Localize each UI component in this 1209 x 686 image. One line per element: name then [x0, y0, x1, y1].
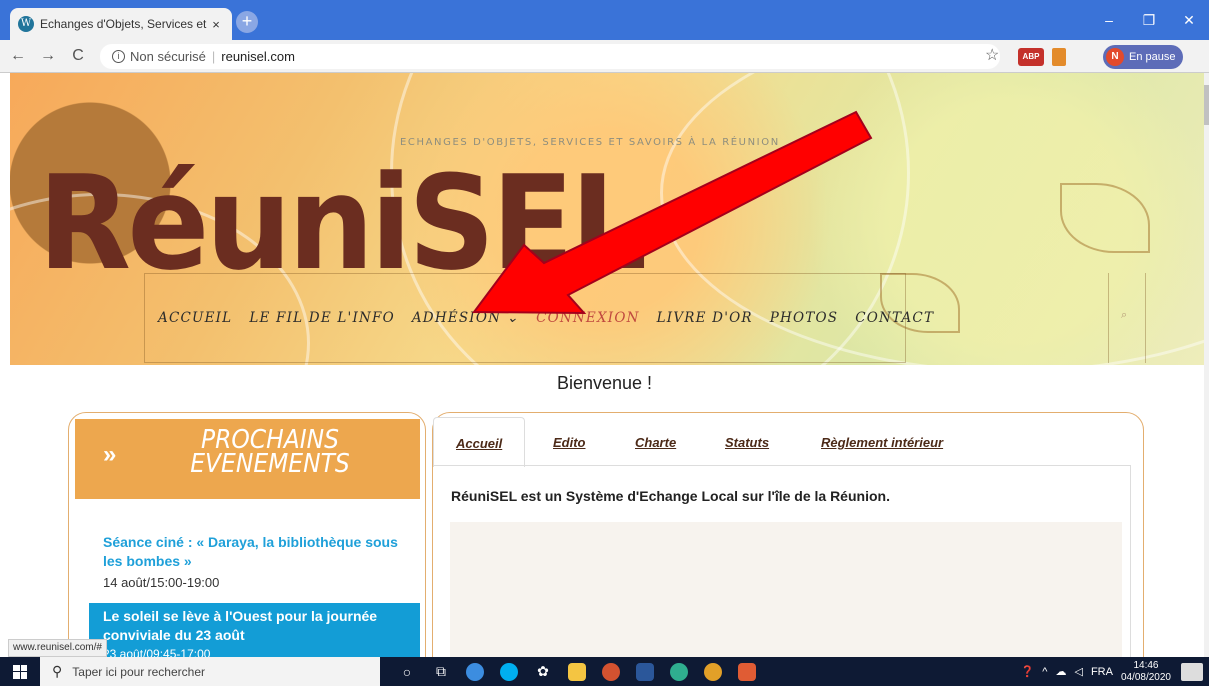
- taskbar-search-placeholder: Taper ici pour rechercher: [72, 664, 205, 679]
- tab-close-icon[interactable]: ×: [208, 17, 224, 32]
- taskbar-apps: ○ ⧉ ✿: [390, 657, 764, 686]
- content-tabs: Accueil Edito Charte Statuts Règlement i…: [433, 417, 1143, 467]
- word-icon[interactable]: [628, 657, 662, 686]
- intro-text: RéuniSEL est un Système d'Echange Local …: [451, 488, 890, 504]
- tab-charte[interactable]: Charte: [613, 417, 698, 467]
- tab-edito[interactable]: Edito: [531, 417, 608, 467]
- taskbar-search[interactable]: ⚲ Taper ici pour rechercher: [40, 657, 380, 686]
- events-header: » PROCHAINS EVENEMENTS: [75, 419, 420, 499]
- network-icon[interactable]: ☁: [1055, 665, 1066, 678]
- chevron-right-icon: »: [103, 441, 117, 468]
- tab-statuts[interactable]: Statuts: [703, 417, 791, 467]
- app-icon[interactable]: [730, 657, 764, 686]
- nav-livre-or[interactable]: LIVRE D'OR: [657, 310, 753, 326]
- help-icon[interactable]: ❓: [1021, 665, 1035, 678]
- browser-tab[interactable]: W Echanges d'Objets, Services et Sa ×: [10, 8, 232, 40]
- url-text: reunisel.com: [221, 49, 295, 64]
- profile-status: En pause: [1129, 51, 1176, 63]
- chevron-up-icon[interactable]: ^: [1042, 666, 1047, 678]
- chrome-icon[interactable]: [696, 657, 730, 686]
- tab-accueil[interactable]: Accueil: [433, 417, 526, 467]
- system-tray: ❓ ^ ☁ ◁ FRA 14:46 04/08/2020: [1021, 657, 1209, 686]
- skype-icon[interactable]: [492, 657, 526, 686]
- status-url: www.reunisel.com/#: [8, 639, 107, 657]
- site-logo[interactable]: RéuniSEL: [38, 153, 647, 293]
- task-view-icon[interactable]: ⧉: [424, 657, 458, 686]
- separator: |: [211, 49, 216, 64]
- page-scrollbar[interactable]: [1204, 73, 1209, 657]
- event-date: 14 août/15:00-19:00: [103, 575, 220, 590]
- close-window-button[interactable]: ✕: [1169, 0, 1209, 40]
- restore-button[interactable]: ❐: [1129, 0, 1169, 40]
- tab-content: RéuniSEL est un Système d'Echange Local …: [433, 465, 1131, 662]
- events-title: PROCHAINS EVENEMENTS: [190, 425, 350, 479]
- clock[interactable]: 14:46 04/08/2020: [1121, 660, 1171, 684]
- forward-button[interactable]: →: [36, 47, 60, 65]
- page-title: Bienvenue !: [556, 373, 653, 393]
- edge-icon[interactable]: [662, 657, 696, 686]
- nav-photos[interactable]: PHOTOS: [770, 310, 838, 326]
- search-icon[interactable]: ⌕: [1121, 309, 1127, 322]
- browser-toolbar: ← → C i Non sécurisé | reunisel.com ☆ AB…: [0, 40, 1209, 73]
- site-header-banner: ECHANGES D'OBJETS, SERVICES ET SAVOIRS À…: [10, 73, 1204, 365]
- start-button[interactable]: [0, 657, 40, 686]
- app-icon[interactable]: [458, 657, 492, 686]
- wordpress-icon: W: [18, 16, 34, 32]
- profile-button[interactable]: N En pause: [1103, 45, 1184, 69]
- address-bar[interactable]: i Non sécurisé | reunisel.com: [100, 44, 1000, 69]
- header-search[interactable]: ⌕: [1108, 273, 1146, 363]
- content-tabs-panel: Accueil Edito Charte Statuts Règlement i…: [432, 412, 1144, 662]
- settings-icon[interactable]: ✿: [526, 657, 560, 686]
- event-link[interactable]: Séance ciné : « Daraya, la bibliothèque …: [103, 533, 403, 571]
- event-item-highlighted[interactable]: Le soleil se lève à l'Ouest pour la jour…: [89, 603, 420, 661]
- clock-time: 14:46: [1133, 659, 1159, 671]
- minimize-button[interactable]: –: [1089, 0, 1129, 40]
- file-explorer-icon[interactable]: [560, 657, 594, 686]
- window-controls: – ❐ ✕: [1089, 0, 1209, 40]
- browser-tabstrip: W Echanges d'Objets, Services et Sa × + …: [0, 0, 1209, 40]
- windows-taskbar: ⚲ Taper ici pour rechercher ○ ⧉ ✿ ❓ ^ ☁ …: [0, 657, 1209, 686]
- volume-icon[interactable]: ◁: [1074, 665, 1082, 678]
- security-label: Non sécurisé: [130, 49, 206, 64]
- windows-icon: [13, 664, 27, 679]
- reload-button[interactable]: C: [66, 47, 90, 65]
- nav-accueil[interactable]: ACCUEIL: [158, 310, 232, 326]
- avatar: N: [1106, 48, 1124, 66]
- new-tab-button[interactable]: +: [236, 11, 258, 33]
- language-indicator[interactable]: FRA: [1091, 666, 1113, 678]
- clock-date: 04/08/2020: [1120, 671, 1171, 683]
- bookmark-star-icon[interactable]: ☆: [985, 45, 999, 65]
- nav-contact[interactable]: CONTACT: [855, 310, 934, 326]
- events-panel: » PROCHAINS EVENEMENTS Séance ciné : « D…: [68, 412, 426, 662]
- search-icon: ⚲: [52, 663, 63, 679]
- adblock-extension-icon[interactable]: ABP: [1018, 48, 1044, 66]
- nav-fil-info[interactable]: LE FIL DE L'INFO: [249, 310, 395, 326]
- nav-connexion[interactable]: CONNEXION: [536, 310, 640, 326]
- tab-reglement[interactable]: Règlement intérieur: [799, 417, 965, 467]
- event-link[interactable]: Le soleil se lève à l'Ouest pour la jour…: [103, 607, 420, 645]
- powerpoint-icon[interactable]: [594, 657, 628, 686]
- extension-icon[interactable]: [1052, 48, 1066, 66]
- info-icon[interactable]: i: [112, 50, 125, 63]
- cortana-icon[interactable]: ○: [390, 657, 424, 686]
- notification-icon[interactable]: [1181, 662, 1203, 681]
- back-button[interactable]: ←: [6, 47, 30, 65]
- embedded-content-frame[interactable]: [450, 522, 1122, 662]
- tab-title: Echanges d'Objets, Services et Sa: [40, 17, 208, 31]
- main-nav: ACCUEIL LE FIL DE L'INFO ADHÉSION ⌄ CONN…: [158, 310, 951, 326]
- scrollbar-thumb[interactable]: [1204, 85, 1209, 125]
- nav-adhesion[interactable]: ADHÉSION ⌄: [412, 310, 519, 326]
